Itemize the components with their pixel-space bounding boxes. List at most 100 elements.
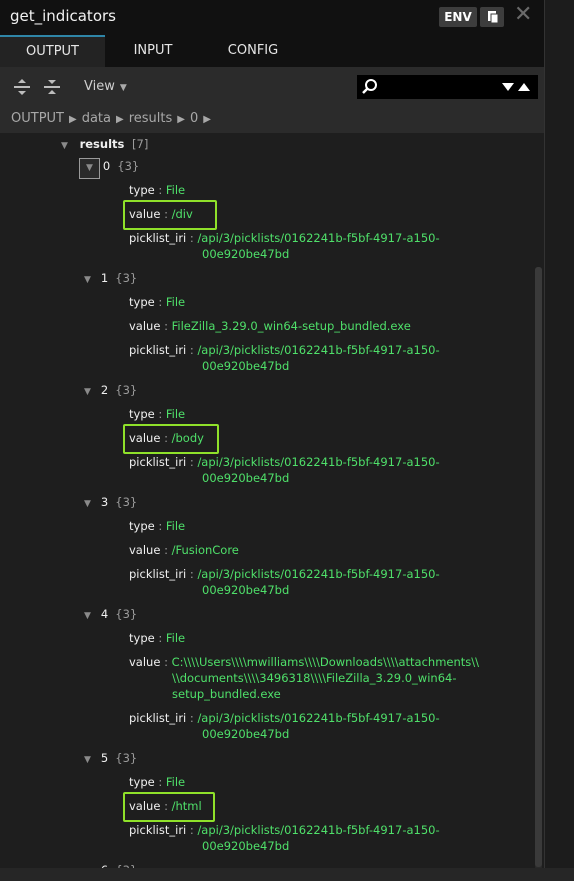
field-value[interactable]: /api/3/picklists/0162241b-f5bf-4917-a150… <box>197 567 439 581</box>
bottom-bar <box>0 868 574 881</box>
field-key: picklist_iri <box>129 711 187 725</box>
field-key: type <box>129 183 155 197</box>
highlight-box <box>123 200 217 230</box>
field-key: picklist_iri <box>129 455 187 469</box>
field-value[interactable]: /api/3/picklists/0162241b-f5bf-4917-a150… <box>197 455 439 469</box>
tree-field-picklist-iri: picklist_iri : /api/3/picklists/0162241b… <box>129 343 440 357</box>
tree-index: 2 <box>100 383 109 397</box>
field-value[interactable]: /api/3/picklists/0162241b-f5bf-4917-a150… <box>197 231 439 245</box>
field-value-continuation[interactable]: 00e920be47bd <box>202 359 289 373</box>
collapse-all-icon[interactable] <box>43 78 61 96</box>
tree-field-type: type : File <box>129 295 186 309</box>
tree-item-node[interactable]: ▼ 4 {3} <box>84 607 137 621</box>
tree-field-value: value : FileZilla_3.29.0_win64-setup_bun… <box>129 319 411 333</box>
field-value[interactable]: File <box>166 295 185 309</box>
field-value-continuation[interactable]: setup_bundled.exe <box>172 687 281 701</box>
field-value[interactable]: FileZilla_3.29.0_win64-setup_bundled.exe <box>172 319 411 333</box>
tree-item-node[interactable]: ▼ 2 {3} <box>84 383 137 397</box>
field-value-continuation[interactable]: 00e920be47bd <box>202 471 289 485</box>
field-key: type <box>129 775 155 789</box>
field-value-continuation[interactable]: 00e920be47bd <box>202 247 289 261</box>
field-value[interactable]: File <box>166 183 185 197</box>
tree-key: results <box>79 137 125 151</box>
field-value[interactable]: /api/3/picklists/0162241b-f5bf-4917-a150… <box>197 711 439 725</box>
tree-field-picklist-iri: picklist_iri : /api/3/picklists/0162241b… <box>129 711 440 725</box>
field-value-continuation[interactable]: \\documents\\\\3496318\\\\FileZilla_3.29… <box>172 671 456 685</box>
tree-index: 3 <box>100 495 109 509</box>
tree-count: {3} <box>115 607 138 621</box>
copy-button[interactable] <box>480 7 504 27</box>
tree-count: {3} <box>115 383 138 397</box>
breadcrumb-item-data[interactable]: data <box>82 105 111 133</box>
tree-index: 5 <box>100 751 109 765</box>
chevron-down-icon: ▼ <box>119 83 127 93</box>
field-key: value <box>129 655 161 669</box>
field-key: type <box>129 631 155 645</box>
field-value[interactable]: C:\\\\Users\\\\mwilliams\\\\Downloads\\\… <box>172 655 479 669</box>
tab-output[interactable]: OUTPUT <box>0 35 105 67</box>
breadcrumb: OUTPUT ▶ data ▶ results ▶ 0 ▶ <box>0 105 544 133</box>
sort-up-icon[interactable] <box>518 83 530 91</box>
breadcrumb-separator-icon: ▶ <box>203 114 211 125</box>
scrollbar-thumb[interactable] <box>535 267 542 867</box>
expand-all-icon[interactable] <box>13 78 31 96</box>
tree-count: {3} <box>115 751 138 765</box>
breadcrumb-item-results[interactable]: results <box>129 105 173 133</box>
field-value[interactable]: File <box>166 519 185 533</box>
field-key: type <box>129 295 155 309</box>
chevron-down-icon: ▼ <box>84 275 91 285</box>
field-key: picklist_iri <box>129 823 187 837</box>
search-input[interactable] <box>357 75 538 99</box>
sort-down-icon[interactable] <box>502 83 514 91</box>
field-value[interactable]: /api/3/picklists/0162241b-f5bf-4917-a150… <box>197 343 439 357</box>
tree-count: [7] <box>132 137 149 151</box>
breadcrumb-separator-icon: ▶ <box>68 114 77 125</box>
tree-field-picklist-iri: picklist_iri : /api/3/picklists/0162241b… <box>129 231 440 245</box>
tree-field-type: type : File <box>129 519 186 533</box>
close-icon[interactable]: ✕ <box>514 3 532 27</box>
view-dropdown[interactable]: View ▼ <box>84 79 127 94</box>
field-value[interactable]: /api/3/picklists/0162241b-f5bf-4917-a150… <box>197 823 439 837</box>
tree-index: 0 <box>102 159 111 173</box>
tree-index: 4 <box>100 607 109 621</box>
tree-count: {3} <box>115 271 138 285</box>
tree-count: {3} <box>117 159 140 173</box>
field-value[interactable]: File <box>166 775 185 789</box>
title-bar: get_indicators ENV ✕ <box>0 0 544 35</box>
tree-item-node[interactable]: ▼ 5 {3} <box>84 751 137 765</box>
breadcrumb-item-output[interactable]: OUTPUT <box>11 105 64 133</box>
field-value-continuation[interactable]: 00e920be47bd <box>202 583 289 597</box>
field-value[interactable]: File <box>166 407 185 421</box>
tree-count: {3} <box>115 495 138 509</box>
tree-root-node[interactable]: ▼ results [7] <box>61 137 148 151</box>
field-key: type <box>129 519 155 533</box>
tree-item-node[interactable]: ▼ 0 {3} <box>86 159 139 173</box>
field-value-continuation[interactable]: 00e920be47bd <box>202 727 289 741</box>
field-value[interactable]: File <box>166 631 185 645</box>
tree-field-type: type : File <box>129 631 186 645</box>
field-key: picklist_iri <box>129 231 187 245</box>
chevron-down-icon: ▼ <box>86 163 93 173</box>
tree-item-node[interactable]: ▼ 1 {3} <box>84 271 137 285</box>
tree-field-value: value : C:\\\\Users\\\\mwilliams\\\\Down… <box>129 655 480 669</box>
search-icon <box>362 79 377 94</box>
tab-bar: OUTPUT INPUT CONFIG <box>0 35 544 67</box>
field-key: picklist_iri <box>129 567 187 581</box>
toolbar: View ▼ <box>0 67 544 105</box>
breadcrumb-item-index[interactable]: 0 <box>190 105 198 133</box>
field-key: value <box>129 319 161 333</box>
tree-field-value: value : /FusionCore <box>129 543 239 557</box>
field-value[interactable]: /FusionCore <box>172 543 239 557</box>
field-key: type <box>129 407 155 421</box>
sort-controls <box>502 83 530 91</box>
tab-config[interactable]: CONFIG <box>201 35 305 67</box>
panel-border <box>544 0 545 881</box>
breadcrumb-separator-icon: ▶ <box>177 114 185 125</box>
field-value-continuation[interactable]: 00e920be47bd <box>202 839 289 853</box>
tree-item-node[interactable]: ▼ 3 {3} <box>84 495 137 509</box>
env-button[interactable]: ENV <box>439 7 477 27</box>
tab-input[interactable]: INPUT <box>105 35 201 67</box>
tree-field-type: type : File <box>129 775 186 789</box>
json-tree: ▼ results [7] ▼ 0 {3} type : File value : /d… <box>0 133 544 881</box>
chevron-down-icon: ▼ <box>61 141 68 151</box>
